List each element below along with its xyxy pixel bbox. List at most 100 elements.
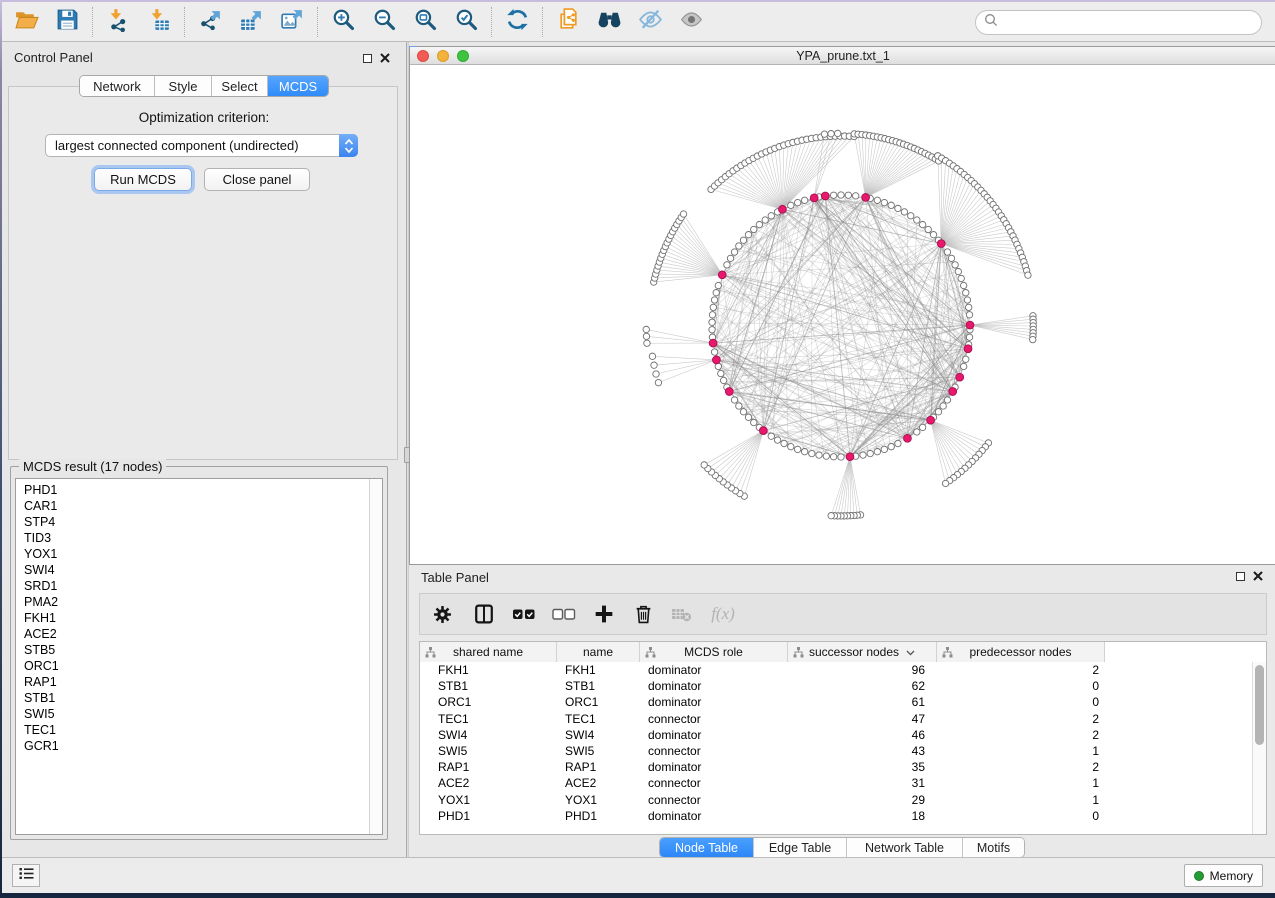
table-cell[interactable]: PHD1 [420, 809, 557, 823]
table-row[interactable]: ACE2ACE2connector311 [420, 775, 1252, 791]
export-network-button[interactable] [194, 6, 226, 38]
graph-node[interactable] [830, 192, 836, 198]
table-cell[interactable]: YOX1 [557, 793, 640, 807]
table-cell[interactable]: 31 [788, 776, 937, 790]
table-cell[interactable]: dominator [640, 728, 788, 742]
add-row-button[interactable] [584, 594, 624, 634]
graph-node[interactable] [925, 226, 931, 232]
graph-node[interactable] [801, 197, 807, 203]
graph-node[interactable] [853, 193, 859, 199]
table-row[interactable]: FKH1FKH1dominator962 [420, 662, 1252, 678]
graph-hub-node[interactable] [846, 453, 854, 461]
graph-node[interactable] [930, 232, 936, 238]
zoom-out-button[interactable] [368, 6, 400, 38]
table-cell[interactable]: 46 [788, 728, 937, 742]
graph-node[interactable] [888, 202, 894, 208]
table-cell[interactable]: 43 [788, 744, 937, 758]
table-cell[interactable]: 96 [788, 663, 937, 677]
column-header-name[interactable]: name [557, 642, 640, 662]
graph-node[interactable] [709, 312, 715, 318]
result-node-item[interactable]: PHD1 [16, 482, 368, 498]
graph-node[interactable] [651, 362, 657, 368]
graph-node[interactable] [736, 243, 742, 249]
table-cell[interactable]: connector [640, 744, 788, 758]
table-cell[interactable]: dominator [640, 760, 788, 774]
column-header-predecessor-nodes[interactable]: predecessor nodes [937, 642, 1105, 662]
table-row[interactable]: YOX1YOX1connector291 [420, 792, 1252, 808]
table-cell[interactable]: dominator [640, 695, 788, 709]
tab-mcds[interactable]: MCDS [268, 76, 328, 96]
graph-node[interactable] [809, 450, 815, 456]
result-node-item[interactable]: GCR1 [16, 738, 368, 754]
network-search-field[interactable] [975, 10, 1262, 35]
graph-node[interactable] [845, 192, 851, 198]
table-row[interactable]: STB1STB1dominator620 [420, 678, 1252, 694]
graph-hub-node[interactable] [718, 271, 726, 279]
show-all-button[interactable] [675, 6, 707, 38]
table-cell[interactable]: YOX1 [420, 793, 557, 807]
table-cell[interactable]: TEC1 [557, 712, 640, 726]
graph-node[interactable] [965, 304, 971, 310]
graph-node[interactable] [834, 130, 840, 136]
table-vertical-scrollbar[interactable] [1252, 662, 1266, 834]
graph-node[interactable] [963, 356, 969, 362]
graph-node[interactable] [751, 226, 757, 232]
table-cell[interactable]: dominator [640, 809, 788, 823]
graph-node[interactable] [781, 440, 787, 446]
refresh-view-button[interactable] [501, 6, 533, 38]
import-network-button[interactable] [102, 6, 134, 38]
graph-node[interactable] [731, 397, 737, 403]
graph-node[interactable] [768, 213, 774, 219]
result-node-item[interactable]: STP4 [16, 514, 368, 530]
table-cell[interactable]: STB1 [420, 679, 557, 693]
table-cell[interactable]: 2 [937, 663, 1105, 677]
table-row[interactable]: TEC1TEC1connector472 [420, 711, 1252, 727]
graph-node[interactable] [644, 340, 650, 346]
table-cell[interactable]: connector [640, 793, 788, 807]
table-cell[interactable]: dominator [640, 663, 788, 677]
table-cell[interactable]: connector [640, 776, 788, 790]
graph-node[interactable] [727, 255, 733, 261]
graph-hub-node[interactable] [709, 339, 717, 347]
table-cell[interactable]: 2 [937, 712, 1105, 726]
result-node-item[interactable]: YOX1 [16, 546, 368, 562]
graph-node[interactable] [888, 443, 894, 449]
import-table-button[interactable] [143, 6, 175, 38]
table-cell[interactable]: PHD1 [557, 809, 640, 823]
graph-node[interactable] [745, 232, 751, 238]
column-header-MCDS-role[interactable]: MCDS role [640, 642, 788, 662]
open-file-button[interactable] [10, 6, 42, 38]
close-panel-icon[interactable] [1253, 571, 1263, 581]
graph-node[interactable] [838, 192, 844, 198]
tab-edge-table[interactable]: Edge Table [754, 838, 847, 857]
graph-node[interactable] [801, 448, 807, 454]
result-list-scrollbar[interactable] [369, 479, 382, 834]
table-cell[interactable]: 62 [788, 679, 937, 693]
export-image-button[interactable] [276, 6, 308, 38]
graph-node[interactable] [964, 297, 970, 303]
graph-hub-node[interactable] [821, 192, 829, 200]
graph-node[interactable] [724, 262, 730, 268]
graph-node[interactable] [653, 371, 659, 377]
graph-node[interactable] [713, 289, 719, 295]
graph-node[interactable] [963, 289, 969, 295]
table-cell[interactable]: ACE2 [557, 776, 640, 790]
table-cell[interactable]: 1 [937, 793, 1105, 807]
show-columns-button[interactable] [464, 594, 504, 634]
graph-hub-node[interactable] [779, 205, 787, 213]
graph-node[interactable] [816, 452, 822, 458]
result-node-item[interactable]: SWI4 [16, 562, 368, 578]
table-row[interactable]: RAP1RAP1dominator352 [420, 759, 1252, 775]
result-node-item[interactable]: CAR1 [16, 498, 368, 514]
result-node-item[interactable]: TEC1 [16, 722, 368, 738]
graph-node[interactable] [711, 297, 717, 303]
table-cell[interactable]: connector [640, 712, 788, 726]
result-node-item[interactable]: TID3 [16, 530, 368, 546]
table-cell[interactable]: STB1 [557, 679, 640, 693]
result-node-item[interactable]: SRD1 [16, 578, 368, 594]
graph-node[interactable] [751, 419, 757, 425]
graph-node[interactable] [731, 249, 737, 255]
graph-node[interactable] [794, 199, 800, 205]
table-cell[interactable]: ACE2 [420, 776, 557, 790]
table-cell[interactable]: 18 [788, 809, 937, 823]
